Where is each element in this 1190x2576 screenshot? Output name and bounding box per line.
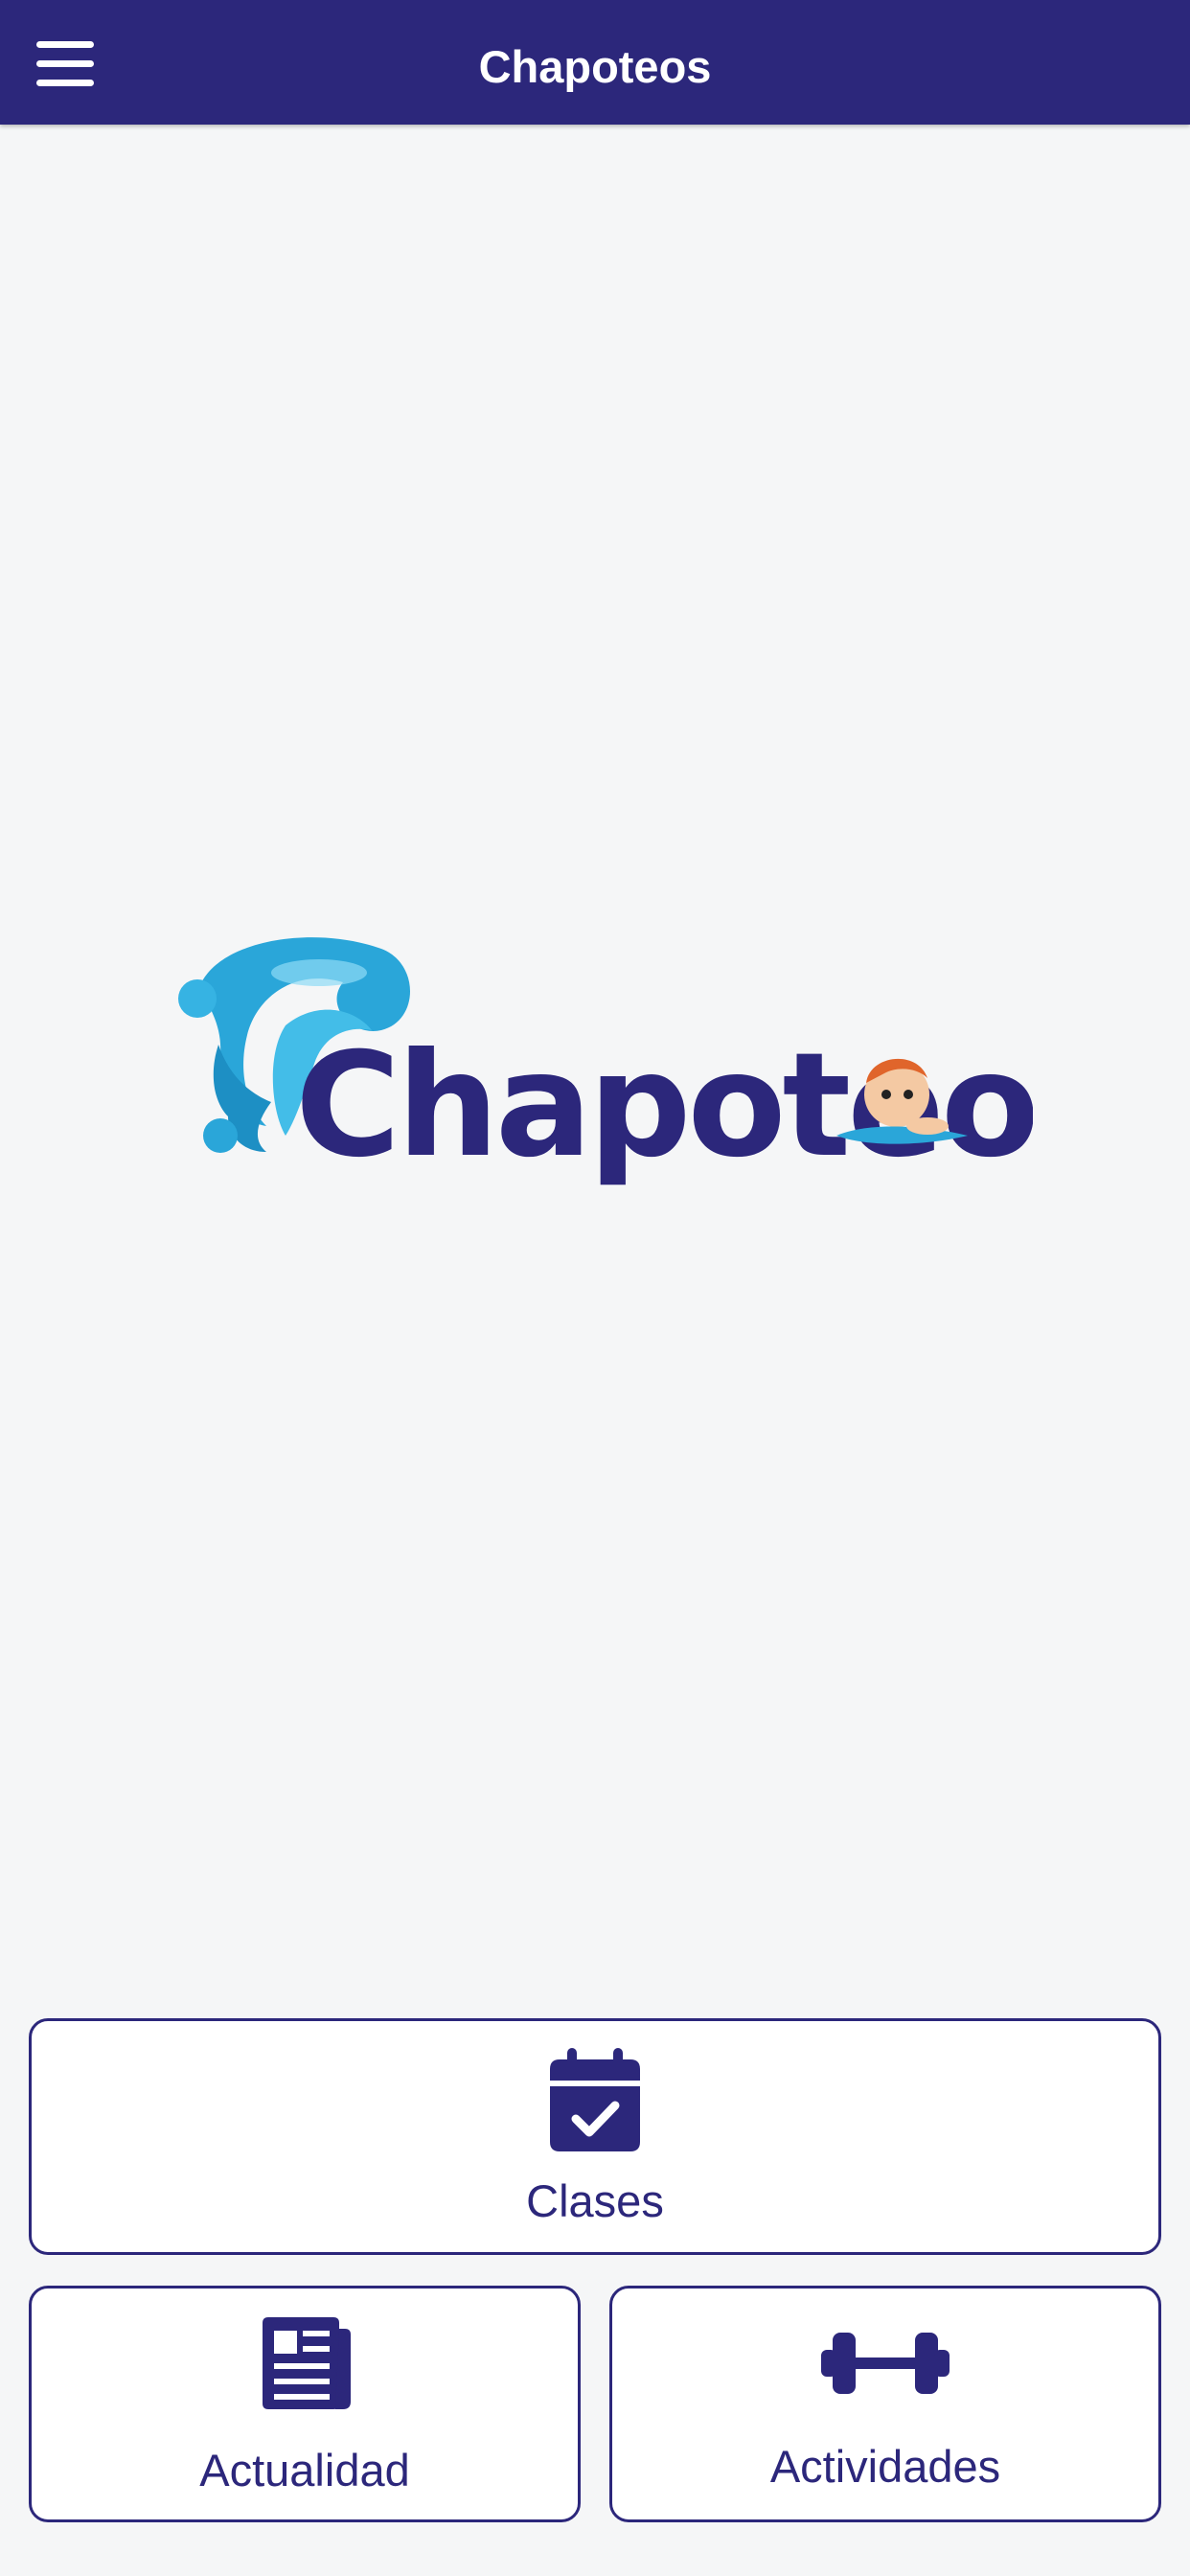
newspaper-icon (263, 2317, 351, 2409)
chapoteos-logo: Chapoteos (178, 937, 1033, 1188)
clases-button[interactable]: Clases (29, 2018, 1161, 2255)
actualidad-button[interactable]: Actualidad (29, 2286, 581, 2522)
actividades-button[interactable]: Actividades (609, 2286, 1161, 2522)
page-title: Chapoteos (478, 41, 712, 92)
actividades-label: Actividades (769, 2441, 1001, 2492)
actualidad-label: Actualidad (199, 2445, 410, 2496)
clases-label: Clases (526, 2175, 664, 2226)
app-header: Chapoteos (0, 0, 1190, 125)
calendar-check-icon (550, 2048, 640, 2151)
dumbbell-icon (821, 2333, 950, 2394)
